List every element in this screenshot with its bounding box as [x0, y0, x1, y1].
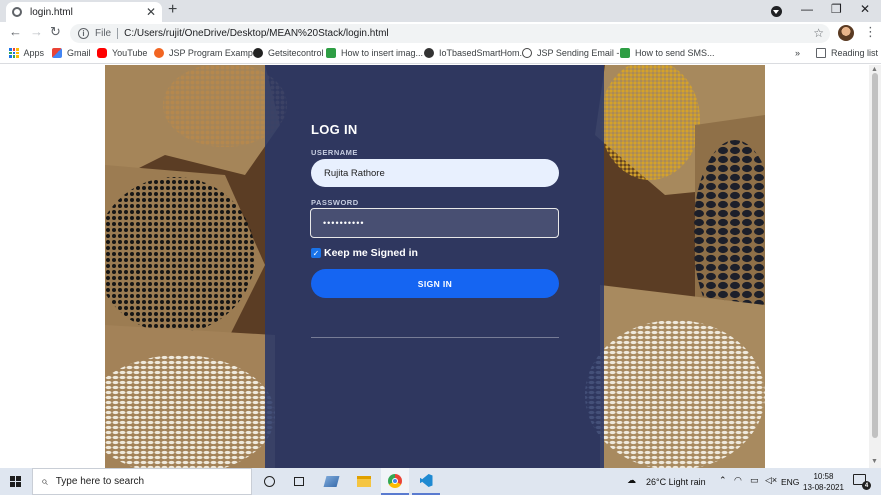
page-viewport: LOG IN USERNAME PASSWORD ✓ Keep me Signe…	[0, 65, 869, 468]
address-bar[interactable]: i File C:/Users/rujit/OneDrive/Desktop/M…	[70, 24, 830, 43]
chrome-taskbar-icon[interactable]	[381, 468, 409, 495]
globe-icon	[12, 7, 22, 17]
search-placeholder: Type here to search	[55, 476, 145, 487]
wordpress-icon	[522, 48, 532, 58]
bookmark-label: Getsitecontrol	[268, 48, 324, 58]
bookmark-label: How to insert imag...	[341, 48, 424, 58]
password-input[interactable]	[310, 208, 559, 238]
password-label: PASSWORD	[311, 198, 359, 207]
language-indicator[interactable]: ENG	[781, 477, 799, 487]
page-scrollbar[interactable]: ▲ ▼	[869, 65, 881, 468]
bookmarks-overflow-button[interactable]: »	[795, 48, 800, 58]
form-divider	[311, 337, 559, 338]
notification-center-icon[interactable]: 4	[853, 474, 871, 490]
tab-search-icon[interactable]	[771, 6, 782, 17]
windows-taskbar: ⌕ Type here to search ☁ 26°C Light rain …	[0, 468, 881, 495]
login-panel: LOG IN USERNAME PASSWORD ✓ Keep me Signe…	[265, 65, 604, 468]
search-icon: ⌕	[41, 474, 48, 488]
keep-signed-in-label: Keep me Signed in	[324, 247, 418, 259]
battery-icon[interactable]: ▭	[750, 475, 759, 486]
bookmark-label: IoTbasedSmartHom...	[439, 48, 528, 58]
menu-kebab-icon[interactable]: ⋮	[864, 24, 877, 40]
bookmark-youtube[interactable]: YouTube	[97, 48, 147, 58]
vscode-taskbar-icon[interactable]	[412, 468, 440, 495]
bookmark-label: YouTube	[112, 48, 148, 58]
new-tab-button[interactable]: +	[168, 1, 177, 19]
bookmark-send-sms[interactable]: How to send SMS...	[620, 48, 715, 58]
url-separator	[117, 28, 119, 39]
bookmark-label: Gmail	[67, 48, 91, 58]
tray-chevron-icon[interactable]: ⌃	[719, 475, 727, 486]
bookmark-apps[interactable]: Apps	[9, 48, 44, 58]
tab-strip: login.html ✕ + — ❐ ✕	[0, 0, 881, 22]
wifi-icon[interactable]: ◠	[734, 475, 742, 486]
bookmark-label: JSP Program Examp...	[169, 48, 261, 58]
volume-icon[interactable]: ◁×	[765, 475, 777, 486]
windows-start-icon[interactable]	[10, 476, 21, 487]
clock-time: 10:58	[813, 472, 834, 481]
app-icon[interactable]	[323, 473, 340, 490]
back-arrow-icon[interactable]: ←	[9, 24, 22, 39]
bookmark-getsitecontrol[interactable]: Getsitecontrol	[253, 48, 324, 58]
close-window-button[interactable]: ✕	[860, 2, 870, 16]
restore-button[interactable]: ❐	[831, 2, 842, 16]
close-tab-icon[interactable]: ✕	[146, 5, 156, 19]
browser-tab[interactable]: login.html ✕	[6, 2, 162, 22]
task-view-icon[interactable]	[290, 473, 307, 490]
green-s-icon	[620, 48, 630, 58]
bookmark-label: How to send SMS...	[635, 48, 715, 58]
cortana-icon[interactable]	[261, 473, 278, 490]
bookmark-label: JSP Sending Email -...	[537, 48, 627, 58]
reading-list-button[interactable]: Reading list	[816, 48, 878, 58]
getsitecontrol-icon	[253, 48, 263, 58]
reading-list-icon	[816, 48, 826, 58]
keep-signed-in-row[interactable]: ✓ Keep me Signed in	[311, 247, 418, 259]
tab-title: login.html	[30, 6, 73, 18]
bookmark-iot-smart-home[interactable]: IoTbasedSmartHom...	[424, 48, 527, 58]
scroll-up-arrow-icon[interactable]: ▲	[871, 66, 878, 73]
profile-avatar[interactable]	[838, 25, 854, 41]
bookmarks-bar: Apps Gmail YouTube JSP Program Examp... …	[0, 44, 881, 64]
notification-count: 4	[862, 481, 871, 490]
scrollbar-thumb[interactable]	[872, 73, 878, 438]
weather-cloud-icon[interactable]: ☁	[627, 475, 636, 486]
sign-in-button[interactable]: SIGN IN	[311, 269, 559, 298]
globe-icon	[424, 48, 434, 58]
username-input[interactable]	[311, 159, 559, 187]
site-favicon	[154, 48, 164, 58]
file-explorer-icon[interactable]	[355, 473, 372, 490]
url-scheme: File	[95, 28, 112, 39]
clock-date: 13-08-2021	[803, 483, 844, 492]
bookmark-jsp-program[interactable]: JSP Program Examp...	[154, 48, 260, 58]
youtube-icon	[97, 48, 107, 58]
minimize-button[interactable]: —	[801, 2, 813, 16]
bookmark-insert-image[interactable]: How to insert imag...	[326, 48, 423, 58]
weather-text[interactable]: 26°C Light rain	[646, 477, 706, 487]
url-text[interactable]: C:/Users/rujit/OneDrive/Desktop/MEAN%20S…	[124, 28, 389, 39]
login-title: LOG IN	[311, 122, 358, 137]
taskbar-clock[interactable]: 10:58 13-08-2021	[803, 471, 844, 493]
reading-list-label: Reading list	[831, 48, 879, 58]
overflow-chevron-icon: »	[795, 48, 801, 58]
green-s-icon	[326, 48, 336, 58]
bookmark-gmail[interactable]: Gmail	[52, 48, 91, 58]
username-label: USERNAME	[311, 148, 358, 157]
bookmark-label: Apps	[23, 48, 45, 58]
gmail-icon	[52, 48, 62, 58]
apps-grid-icon	[9, 48, 19, 58]
taskbar-search-box[interactable]: ⌕ Type here to search	[32, 468, 252, 495]
bookmark-jsp-email[interactable]: JSP Sending Email -...	[522, 48, 627, 58]
bookmark-star-icon[interactable]: ☆	[813, 26, 824, 40]
info-icon[interactable]: i	[78, 28, 89, 39]
scroll-down-arrow-icon[interactable]: ▼	[871, 458, 878, 465]
forward-arrow-icon[interactable]: →	[30, 24, 43, 39]
keep-signed-in-checkbox[interactable]: ✓	[311, 248, 321, 258]
reload-icon[interactable]: ↻	[50, 24, 61, 40]
